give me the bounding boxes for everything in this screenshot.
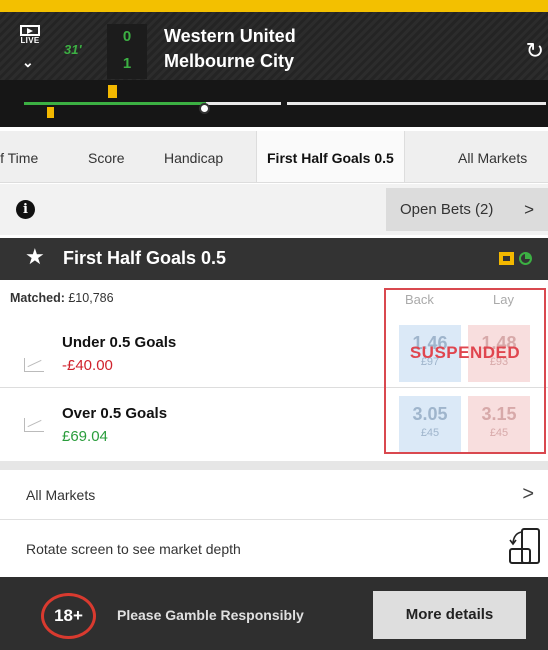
score-box: 0 1 [107, 24, 147, 79]
chevron-down-icon[interactable]: ⌄ [22, 55, 34, 69]
tab-all-markets[interactable]: All Markets [458, 131, 527, 182]
selection-name: Over 0.5 Goals [62, 405, 168, 422]
tab-score[interactable]: Score [88, 131, 125, 182]
live-label: LIVE [20, 36, 40, 45]
tab-first-half-goals[interactable]: First Half Goals 0.5 [256, 131, 405, 182]
yellow-card-icon [47, 107, 54, 118]
suspended-overlay [384, 288, 546, 454]
market-tabs: lf Time Score Handicap First Half Goals … [0, 131, 548, 183]
market-header: ★ First Half Goals 0.5 [0, 238, 548, 280]
section-divider [0, 461, 548, 470]
footer: 18+ Please Gamble Responsibly More detai… [0, 577, 548, 650]
market-title: First Half Goals 0.5 [63, 248, 227, 268]
rotate-device-icon [509, 528, 540, 564]
chart-icon[interactable] [24, 358, 44, 372]
responsible-gambling-message: Please Gamble Responsibly [117, 607, 304, 623]
selection-profit-loss: -£40.00 [62, 357, 113, 374]
betting-app: LIVE ⌄ 31' 0 1 Western United Melbourne … [0, 0, 548, 650]
open-bets-button[interactable]: Open Bets (2) > [386, 188, 548, 231]
home-team: Western United [164, 26, 296, 46]
match-timeline [0, 80, 548, 127]
live-video-icon[interactable] [499, 252, 514, 265]
matched-amount: Matched: £10,786 [10, 291, 114, 305]
selection-profit-loss: £69.04 [62, 428, 108, 445]
all-markets-label: All Markets [26, 487, 96, 503]
info-bar: i Open Bets (2) > [0, 184, 548, 235]
all-markets-link[interactable]: All Markets > [0, 470, 548, 520]
match-minute: 31' [64, 42, 82, 57]
tab-handicap[interactable]: Handicap [164, 131, 223, 182]
suspended-label: SUSPENDED [409, 343, 521, 362]
accent-bar [0, 0, 548, 12]
info-icon[interactable]: i [16, 200, 35, 219]
matched-label: Matched: [10, 291, 65, 305]
rotate-hint-text: Rotate screen to see market depth [26, 541, 241, 557]
live-tv-icon[interactable]: LIVE [17, 25, 43, 45]
away-team: Melbourne City [164, 51, 295, 71]
matched-value: £10,786 [68, 291, 114, 305]
goal-ball-icon [199, 103, 210, 114]
refresh-icon[interactable]: ↻ [526, 40, 544, 62]
more-details-button[interactable]: More details [373, 591, 526, 639]
timeline-remaining-first-half [206, 102, 281, 105]
away-score: 1 [122, 55, 132, 72]
tab-half-time[interactable]: lf Time [0, 131, 38, 182]
rotate-hint: Rotate screen to see market depth [0, 521, 548, 575]
open-bets-label: Open Bets (2) [400, 201, 494, 218]
scoreboard: LIVE ⌄ 31' 0 1 Western United Melbourne … [0, 12, 548, 80]
timeline-elapsed [24, 102, 206, 105]
chevron-right-icon: > [522, 483, 534, 505]
yellow-card-icon [108, 85, 117, 98]
in-play-clock-icon [519, 252, 532, 265]
chevron-right-icon: > [524, 200, 534, 219]
age-restriction-badge: 18+ [41, 593, 96, 639]
home-score: 0 [122, 28, 132, 45]
timeline-second-half [287, 102, 546, 105]
star-icon[interactable]: ★ [25, 246, 45, 268]
selection-name: Under 0.5 Goals [62, 334, 177, 351]
chart-icon[interactable] [24, 418, 44, 432]
